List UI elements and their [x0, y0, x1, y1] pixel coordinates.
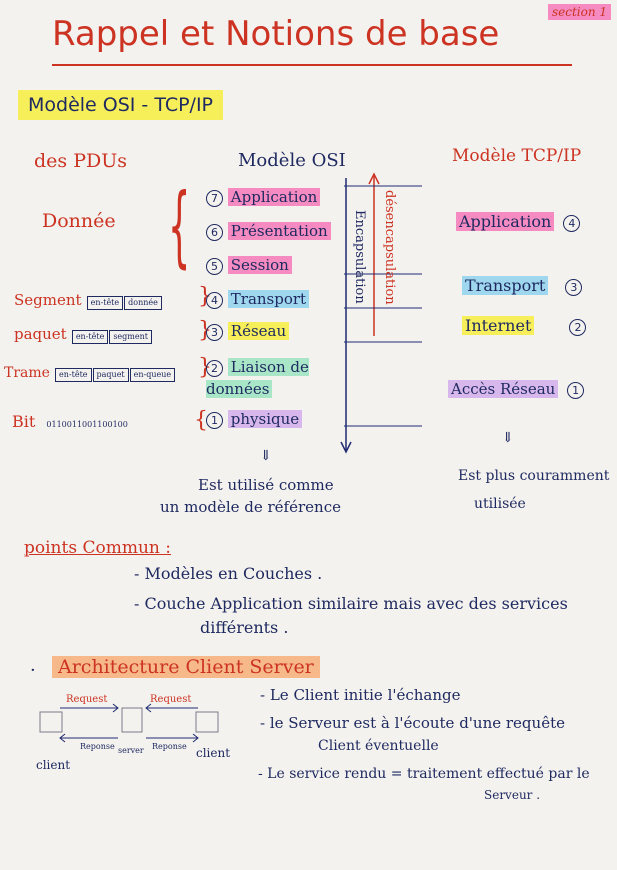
segment-box-2: donnée [124, 296, 162, 310]
osi-layer-3: 3 Réseau [206, 322, 290, 341]
bit-label: Bit [12, 412, 36, 431]
layer-name: Transport [462, 276, 549, 295]
point-1: - Modèles en Couches . [134, 564, 323, 583]
page-title: Rappel et Notions de base [52, 14, 500, 54]
encapsulation-diagram [340, 172, 422, 454]
osi-layer-4: 4 Transport [206, 290, 310, 309]
pdu-segment: Segment en-tête donnée [14, 290, 163, 310]
osi-layer-1: 1 physique [206, 410, 303, 429]
layer-name: Application [456, 212, 555, 231]
arch-point-3: - Le service rendu = traitement effectué… [258, 766, 590, 782]
header-tcpip: Modèle TCP/IP [452, 146, 582, 166]
tcpip-down-arrow: ⇓ [502, 430, 514, 446]
osi-layer-5: 5 Session [206, 256, 292, 275]
diagram-server: server [118, 746, 144, 755]
osi-layer-7: 7 Application [206, 188, 321, 207]
layer-name: Internet [462, 316, 535, 335]
tcpip-layer-1: Accès Réseau 1 [448, 380, 585, 399]
bit-value: 0110011001100100 [46, 420, 128, 429]
osi-note-2: un modèle de référence [160, 498, 341, 516]
tcpip-layer-4: Application 4 [456, 212, 581, 232]
layer-number: 2 [569, 319, 587, 336]
segment-box-1: en-tête [86, 296, 124, 310]
arch-point-2: - le Serveur est à l'écoute d'une requêt… [260, 714, 565, 732]
trame-box-2: paquet [92, 368, 129, 382]
diagram-client-1: client [36, 758, 71, 772]
layer-name: Réseau [227, 322, 290, 340]
layer-number: 1 [567, 382, 585, 399]
layer-number: 2 [206, 360, 223, 377]
layer-number: 7 [206, 190, 223, 207]
header-pdus: des PDUs [34, 150, 127, 172]
tcpip-note-2: utilisée [474, 496, 526, 512]
point-2-cont: différents . [200, 618, 289, 637]
paquet-box-1: en-tête [71, 330, 109, 344]
tcpip-note-1: Est plus couramment [458, 468, 610, 484]
tcpip-layer-3: Transport 3 [462, 276, 583, 296]
diagram-request-1: Request [66, 694, 108, 705]
arch-bullet: · [30, 660, 36, 681]
brace-upper: { [168, 174, 191, 277]
layer-name: Présentation [227, 222, 331, 240]
layer-name: Session [227, 256, 292, 274]
layer-name: Application [227, 188, 321, 206]
pdu-bit: Bit 0110011001100100 [12, 412, 128, 431]
layer-name: physique [227, 410, 303, 428]
layer-number: 4 [563, 215, 581, 232]
arch-point-2-cont: Client éventuelle [318, 738, 439, 754]
layer-number: 3 [565, 279, 583, 296]
osi-down-arrow: ⇓ [260, 448, 272, 464]
arch-point-3-cont: Serveur . [484, 788, 541, 802]
paquet-box-2: segment [109, 330, 152, 344]
arch-point-1: - Le Client initie l'échange [260, 686, 461, 704]
arch-title: Architecture Client Server [52, 656, 320, 678]
trame-box-1: en-tête [55, 368, 92, 382]
paquet-label: paquet [14, 325, 67, 343]
diagram-reponse-2: Reponse [152, 742, 187, 751]
pdu-trame: Trame en-tête paquet en-queue [4, 362, 176, 382]
tcpip-layer-2: Internet 2 [462, 316, 587, 336]
layer-number: 3 [206, 324, 223, 341]
osi-layer-2: 2 Liaison de données [206, 356, 346, 400]
layer-name: Accès Réseau [448, 380, 559, 398]
diagram-client-2: client [196, 746, 231, 760]
diagram-reponse-1: Reponse [80, 742, 115, 751]
layer-number: 6 [206, 224, 223, 241]
decapsulation-label: désencapsulation [382, 190, 397, 305]
title-underline [52, 64, 572, 66]
diagram-request-2: Request [150, 694, 192, 705]
points-title: points Commun : [24, 538, 171, 558]
section-tag: section 1 [548, 4, 612, 20]
encapsulation-label: Encapsulation [352, 210, 367, 304]
pdu-paquet: paquet en-tête segment [14, 324, 153, 344]
osi-note-1: Est utilisé comme [198, 476, 334, 494]
segment-label: Segment [14, 291, 82, 309]
trame-box-3: en-queue [129, 368, 176, 382]
pdu-donnee: Donnée [42, 210, 116, 232]
osi-layer-6: 6 Présentation [206, 222, 331, 241]
layer-number: 1 [206, 412, 223, 429]
layer-number: 4 [206, 292, 223, 309]
layer-name: Transport [227, 290, 310, 308]
point-2: - Couche Application similaire mais avec… [134, 594, 568, 613]
trame-label: Trame [4, 365, 50, 381]
subtitle: Modèle OSI - TCP/IP [18, 90, 224, 120]
layer-number: 5 [206, 258, 223, 275]
